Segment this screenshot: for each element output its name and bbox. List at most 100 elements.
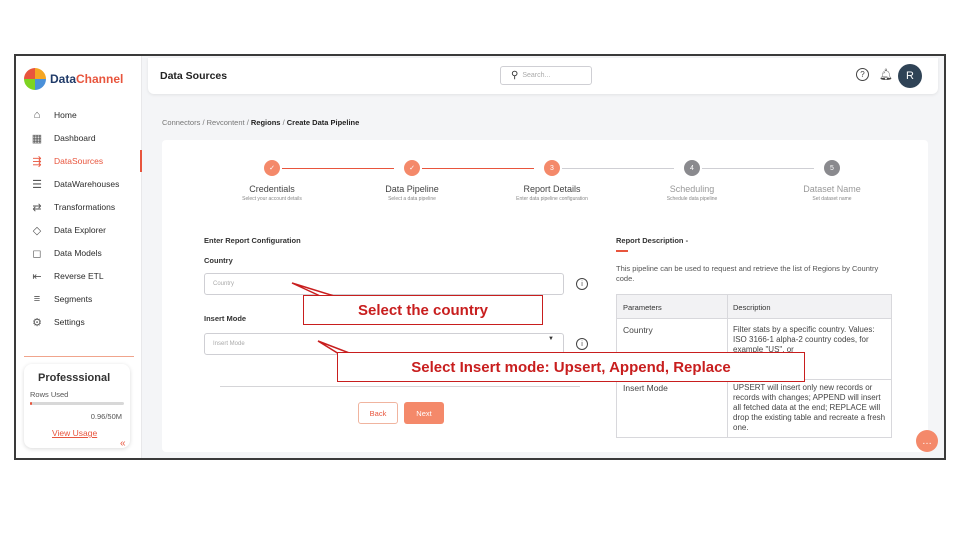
country-input[interactable]: Country bbox=[204, 273, 564, 295]
brand-part1: Data bbox=[50, 72, 77, 86]
column-header-parameters: Parameters bbox=[623, 303, 662, 312]
chat-icon[interactable]: … bbox=[916, 430, 938, 452]
param-insert-mode: Insert Mode bbox=[623, 383, 668, 393]
sidebar-item-data-models[interactable]: ◻ Data Models bbox=[16, 242, 142, 264]
step-credentials[interactable]: ✓ Credentials Select your account detail… bbox=[202, 160, 342, 202]
sidebar-item-label: Segments bbox=[54, 294, 93, 304]
sidebar-item-label: Home bbox=[54, 110, 77, 120]
form-title: Enter Report Configuration bbox=[204, 236, 301, 245]
insert-mode-label: Insert Mode bbox=[204, 314, 247, 323]
step-sub: Select your account details bbox=[242, 196, 302, 202]
step-label: Credentials bbox=[249, 184, 295, 194]
country-callout: Select the country bbox=[303, 295, 543, 325]
plan-card: Professsional Rows Used 0.96/50M View Us… bbox=[24, 364, 130, 448]
sidebar-item-label: DataSources bbox=[54, 156, 104, 166]
insert-mode-info-icon[interactable]: i bbox=[576, 338, 588, 350]
step-sub: Schedule data pipeline bbox=[666, 196, 718, 202]
datasource-icon: ⇶ bbox=[32, 155, 42, 168]
breadcrumb-connectors[interactable]: Connectors bbox=[162, 118, 200, 127]
sidebar-item-label: Data Models bbox=[54, 248, 102, 258]
sidebar-item-dashboard[interactable]: ▦ Dashboard bbox=[16, 127, 142, 149]
form-divider bbox=[220, 386, 580, 387]
brand-part2: Channel bbox=[76, 72, 124, 86]
param-country-desc: Filter stats by a specific country. Valu… bbox=[733, 325, 875, 354]
logo-icon bbox=[24, 68, 46, 90]
sidebar-item-label: DataWarehouses bbox=[54, 179, 120, 189]
sidebar-item-settings[interactable]: ⚙ Settings bbox=[16, 311, 142, 333]
check-icon: ✓ bbox=[404, 160, 420, 176]
step-dataset-name[interactable]: 5 Dataset Name Set dataset name bbox=[762, 160, 902, 202]
usage-progress-bar bbox=[30, 402, 124, 405]
avatar[interactable]: R bbox=[898, 64, 922, 88]
step-label: Data Pipeline bbox=[385, 184, 439, 194]
title-underline bbox=[616, 250, 628, 252]
segments-icon: ≡ bbox=[33, 293, 41, 305]
breadcrumb: Connectors / Revcontent / Regions / Crea… bbox=[162, 118, 359, 127]
step-scheduling[interactable]: 4 Scheduling Schedule data pipeline bbox=[622, 160, 762, 202]
page-title: Data Sources bbox=[160, 70, 228, 82]
transform-icon: ⇄ bbox=[32, 201, 42, 214]
breadcrumb-revcontent[interactable]: Revcontent bbox=[207, 118, 245, 127]
next-button[interactable]: Next bbox=[404, 402, 444, 424]
collapse-sidebar-icon[interactable]: « bbox=[120, 438, 126, 449]
search-icon: ⚲ bbox=[511, 70, 519, 81]
breadcrumb-separator: / bbox=[282, 118, 285, 127]
bell-icon[interactable]: 🔔︎ bbox=[879, 68, 893, 81]
insert-mode-placeholder: Insert Mode bbox=[213, 341, 245, 347]
usage-value: 0.96/50M bbox=[90, 412, 122, 421]
chevron-down-icon[interactable]: ▼ bbox=[548, 336, 554, 342]
sidebar-item-label: Settings bbox=[54, 317, 85, 327]
param-country: Country bbox=[623, 325, 653, 335]
step-label: Dataset Name bbox=[803, 184, 861, 194]
country-info-icon[interactable]: i bbox=[576, 278, 588, 290]
sidebar-divider bbox=[24, 356, 134, 357]
logo[interactable]: DataChannel bbox=[24, 68, 123, 90]
step-number: 4 bbox=[684, 160, 700, 176]
explorer-icon: ◇ bbox=[32, 224, 42, 237]
pipeline-card: ✓ Credentials Select your account detail… bbox=[162, 140, 928, 452]
help-icon[interactable]: ? bbox=[856, 68, 869, 81]
report-description-text: This pipeline can be used to request and… bbox=[616, 264, 879, 283]
usage-progress-fill bbox=[30, 402, 32, 405]
home-icon: ⌂ bbox=[33, 109, 41, 121]
step-label: Scheduling bbox=[669, 184, 715, 194]
plan-title: Professsional bbox=[38, 372, 111, 384]
database-icon: ☰ bbox=[32, 178, 42, 191]
reverse-etl-icon: ⇤ bbox=[32, 270, 42, 283]
check-icon: ✓ bbox=[264, 160, 280, 176]
country-placeholder: Country bbox=[213, 281, 235, 287]
step-sub: Set dataset name bbox=[812, 196, 852, 202]
column-header-description: Description bbox=[733, 303, 771, 312]
rows-used-label: Rows Used bbox=[30, 390, 69, 399]
step-sub: Select a data pipeline bbox=[388, 196, 436, 202]
report-description-title: Report Description - bbox=[616, 236, 689, 245]
insert-mode-callout: Select Insert mode: Upsert, Append, Repl… bbox=[337, 352, 805, 382]
view-usage-link[interactable]: View Usage bbox=[52, 428, 97, 438]
step-label: Report Details bbox=[523, 184, 581, 194]
sidebar-item-transformations[interactable]: ⇄ Transformations bbox=[16, 196, 142, 218]
country-label: Country bbox=[204, 256, 233, 265]
search-input[interactable]: ⚲ Search... bbox=[500, 66, 592, 85]
sidebar-item-reverse-etl[interactable]: ⇤ Reverse ETL bbox=[16, 265, 142, 287]
breadcrumb-separator: / bbox=[202, 118, 205, 127]
step-data-pipeline[interactable]: ✓ Data Pipeline Select a data pipeline bbox=[342, 160, 482, 202]
models-icon: ◻ bbox=[32, 247, 42, 260]
breadcrumb-regions[interactable]: Regions bbox=[251, 118, 281, 127]
sidebar-item-datasources[interactable]: ⇶ DataSources bbox=[16, 150, 142, 172]
step-report-details[interactable]: 3 Report Details Enter data pipeline con… bbox=[482, 160, 622, 202]
back-button[interactable]: Back bbox=[358, 402, 398, 424]
breadcrumb-separator: / bbox=[246, 118, 249, 127]
sidebar-item-home[interactable]: ⌂ Home bbox=[16, 104, 142, 126]
sidebar: DataChannel ⌂ Home ▦ Dashboard ⇶ DataSource… bbox=[16, 56, 142, 458]
app-window: DataChannel ⌂ Home ▦ Dashboard ⇶ DataSource… bbox=[14, 54, 946, 460]
step-sub: Enter data pipeline configuration bbox=[516, 196, 588, 202]
sidebar-item-label: Transformations bbox=[54, 202, 116, 212]
step-number: 3 bbox=[544, 160, 560, 176]
gear-icon: ⚙ bbox=[32, 316, 42, 329]
sidebar-item-segments[interactable]: ≡ Segments bbox=[16, 288, 142, 310]
step-number: 5 bbox=[824, 160, 840, 176]
sidebar-item-label: Reverse ETL bbox=[54, 271, 104, 281]
sidebar-item-data-explorer[interactable]: ◇ Data Explorer bbox=[16, 219, 142, 241]
sidebar-item-label: Data Explorer bbox=[54, 225, 106, 235]
sidebar-item-datawarehouses[interactable]: ☰ DataWarehouses bbox=[16, 173, 142, 195]
